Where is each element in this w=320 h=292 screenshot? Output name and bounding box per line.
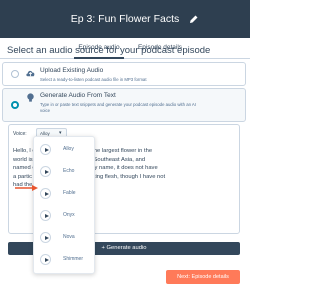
voice-option-label: Nova — [63, 234, 75, 240]
play-icon[interactable] — [40, 188, 51, 199]
page-heading: Select an audio source for your podcast … — [7, 45, 211, 56]
voice-option-onyx[interactable]: Onyx — [34, 205, 96, 227]
play-icon[interactable] — [40, 166, 51, 177]
next-episode-details-button[interactable]: Next: Episode details — [166, 270, 240, 284]
play-icon[interactable] — [40, 232, 51, 243]
voice-option-label: Alloy — [63, 146, 74, 152]
source-desc-generate-cont: voice — [40, 108, 51, 113]
source-option-upload[interactable]: Upload Existing Audio Select a ready-to-… — [2, 62, 246, 86]
play-icon[interactable] — [40, 254, 51, 265]
arrow-icon — [15, 185, 38, 191]
source-title-upload: Upload Existing Audio — [40, 67, 104, 74]
play-icon[interactable] — [40, 210, 51, 221]
voice-option-fable[interactable]: Fable — [34, 183, 96, 205]
voice-option-echo[interactable]: Echo — [34, 161, 96, 183]
source-desc-generate: Type in or paste text snippets and gener… — [40, 102, 196, 107]
voice-label: Voice: — [13, 131, 27, 137]
play-icon[interactable] — [40, 144, 51, 155]
source-option-generate[interactable]: Generate Audio From Text Type in or past… — [2, 88, 246, 122]
voice-option-label: Onyx — [63, 212, 75, 218]
voice-option-label: Shimmer — [63, 256, 84, 262]
source-desc-upload: Select a ready-to-listen podcast audio f… — [40, 77, 147, 82]
app-header: Ep 3: Fun Flower Facts — [0, 0, 250, 38]
episode-title: Ep 3: Fun Flower Facts — [70, 13, 180, 25]
voice-option-nova[interactable]: Nova — [34, 227, 96, 249]
voice-option-shimmer[interactable]: Shimmer — [34, 249, 96, 271]
source-title-generate: Generate Audio From Text — [40, 92, 116, 99]
radio-upload[interactable] — [11, 70, 19, 78]
voice-option-label: Fable — [63, 190, 76, 196]
voice-dropdown-menu: Alloy Echo Fable Onyx Nova Shimmer — [33, 136, 95, 274]
pencil-icon[interactable] — [189, 14, 199, 24]
voice-option-label: Echo — [63, 168, 75, 174]
bulb-icon — [27, 93, 34, 102]
cloud-upload-icon — [26, 70, 35, 77]
radio-generate[interactable] — [11, 101, 19, 109]
voice-option-alloy[interactable]: Alloy — [34, 139, 96, 161]
